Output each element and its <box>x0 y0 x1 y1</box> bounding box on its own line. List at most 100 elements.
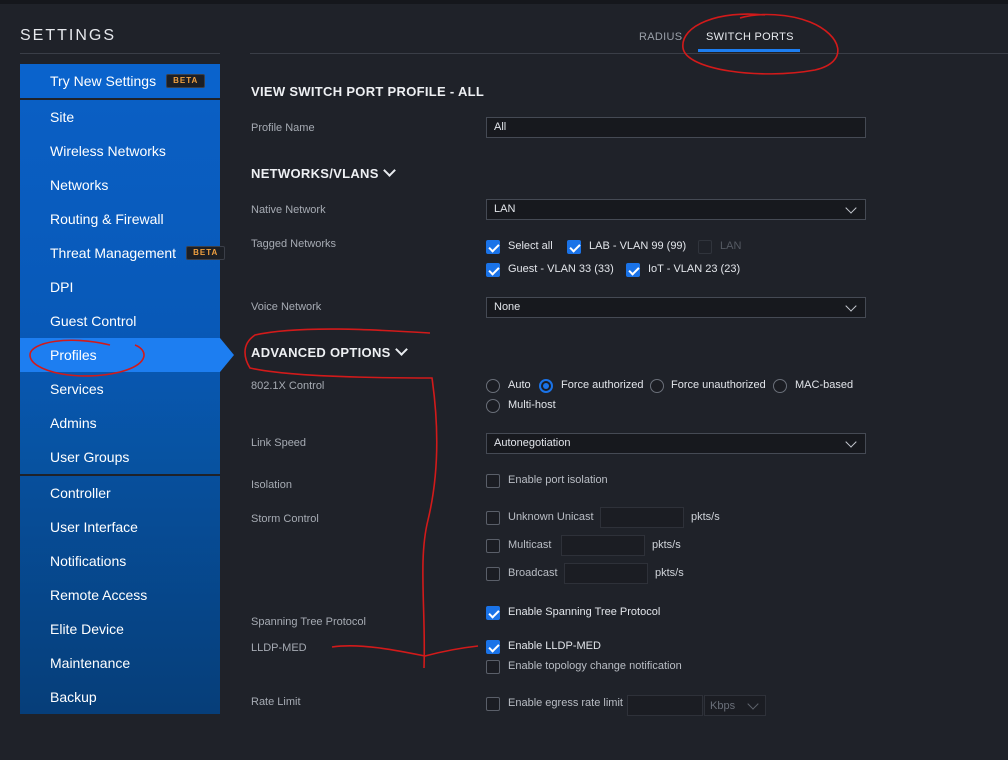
sidebar-item-guest-control[interactable]: Guest Control <box>20 304 220 338</box>
chevron-down-icon <box>845 202 857 214</box>
sidebar-item-site[interactable]: Site <box>20 100 220 134</box>
lab-vlan-checkbox[interactable] <box>567 240 581 254</box>
multicast-rate-input[interactable] <box>561 535 645 556</box>
advanced-options-section-title[interactable]: ADVANCED OPTIONS <box>251 343 408 360</box>
port-isolation-checkbox[interactable] <box>486 474 500 488</box>
profile-name-field[interactable] <box>486 117 866 138</box>
unknown-unicast-unit: pkts/s <box>691 511 720 523</box>
sidebar-item-threat-management[interactable]: Threat Management BETA <box>20 236 226 270</box>
iot-vlan-checkbox[interactable] <box>626 263 640 277</box>
tab-radius[interactable]: RADIUS <box>639 31 682 43</box>
broadcast-label: Broadcast <box>508 567 558 579</box>
dot1x-mac-based-radio[interactable] <box>773 379 787 393</box>
voice-network-select[interactable]: None <box>486 297 866 318</box>
sidebar-item-label: Threat Management <box>50 245 177 261</box>
link-speed-select[interactable]: Autonegotiation <box>486 433 866 454</box>
guest-vlan-label: Guest - VLAN 33 (33) <box>508 263 614 275</box>
egress-rate-input[interactable] <box>627 695 703 716</box>
sidebar-item-wireless-networks[interactable]: Wireless Networks <box>20 134 220 168</box>
lldp-med-option-label: Enable LLDP-MED <box>508 640 601 652</box>
dot1x-control-label: 802.1X Control <box>251 380 325 392</box>
sidebar-group-site: Site Wireless Networks Networks Routing … <box>20 100 234 474</box>
active-tab-underline <box>698 49 800 52</box>
sidebar-item-backup[interactable]: Backup <box>20 680 220 714</box>
guest-vlan-checkbox[interactable] <box>486 263 500 277</box>
rate-unit-value: Kbps <box>710 700 736 712</box>
sidebar-item-services[interactable]: Services <box>20 372 220 406</box>
voice-network-label: Voice Network <box>251 301 322 313</box>
sidebar-item-dpi[interactable]: DPI <box>20 270 220 304</box>
dot1x-multi-host-label: Multi-host <box>508 399 556 411</box>
sidebar-item-user-groups[interactable]: User Groups <box>20 440 220 474</box>
select-all-checkbox[interactable] <box>486 240 500 254</box>
sidebar-item-maintenance[interactable]: Maintenance <box>20 646 220 680</box>
beta-badge: BETA <box>186 246 226 260</box>
dot1x-auto-radio[interactable] <box>486 379 500 393</box>
sidebar-item-label: Admins <box>50 415 97 431</box>
sidebar-group-controller: Controller User Interface Notifications … <box>20 476 220 714</box>
sidebar-item-label: Maintenance <box>50 655 131 671</box>
tab-bar-divider <box>250 53 1008 54</box>
window-top-border <box>0 0 1008 4</box>
broadcast-rate-input[interactable] <box>564 563 648 584</box>
page-title: VIEW SWITCH PORT PROFILE - ALL <box>251 84 485 99</box>
lldp-med-label: LLDP-MED <box>251 642 307 654</box>
beta-badge: BETA <box>166 74 206 88</box>
lab-vlan-label: LAB - VLAN 99 (99) <box>589 240 687 252</box>
profile-name-label: Profile Name <box>251 122 315 134</box>
lan-checkbox[interactable] <box>698 240 712 254</box>
switch-ports-circle-annotation <box>682 13 839 75</box>
sidebar-item-label: Controller <box>50 485 111 501</box>
sidebar-item-admins[interactable]: Admins <box>20 406 220 440</box>
unknown-unicast-checkbox[interactable] <box>486 511 500 525</box>
dot1x-multi-host-radio[interactable] <box>486 399 500 413</box>
dot1x-force-unauthorized-label: Force unauthorized <box>671 379 766 391</box>
sidebar-item-label: Elite Device <box>50 621 124 637</box>
iot-vlan-label: IoT - VLAN 23 (23) <box>648 263 741 275</box>
unknown-unicast-label: Unknown Unicast <box>508 511 594 523</box>
broadcast-checkbox[interactable] <box>486 567 500 581</box>
sidebar-item-label: Profiles <box>50 347 97 363</box>
egress-rate-limit-checkbox[interactable] <box>486 697 500 711</box>
lldp-med-checkbox[interactable] <box>486 640 500 654</box>
lldp-arrow-annotation <box>331 645 479 657</box>
sidebar-item-elite-device[interactable]: Elite Device <box>20 612 220 646</box>
sidebar-item-controller[interactable]: Controller <box>20 476 220 510</box>
app-title: SETTINGS <box>20 27 117 44</box>
sidebar-item-label: Wireless Networks <box>50 143 166 159</box>
profile-name-input[interactable] <box>494 121 858 133</box>
port-isolation-label: Enable port isolation <box>508 474 608 486</box>
chevron-down-icon <box>747 698 759 710</box>
select-all-label: Select all <box>508 240 553 252</box>
multicast-label: Multicast <box>508 539 552 551</box>
sidebar-item-notifications[interactable]: Notifications <box>20 544 220 578</box>
sidebar-item-label: Backup <box>50 689 97 705</box>
networks-section-title[interactable]: NETWORKS/VLANS <box>251 164 396 181</box>
section-title-text: NETWORKS/VLANS <box>251 166 379 181</box>
chevron-down-icon <box>394 343 408 356</box>
title-divider <box>20 53 220 54</box>
unknown-unicast-rate-input[interactable] <box>600 507 684 528</box>
spanning-tree-checkbox[interactable] <box>486 606 500 620</box>
sidebar-item-try-new-settings[interactable]: Try New Settings BETA <box>20 64 220 98</box>
rate-limit-label: Rate Limit <box>251 696 301 708</box>
dot1x-force-unauthorized-radio[interactable] <box>650 379 664 393</box>
sidebar-item-user-interface[interactable]: User Interface <box>20 510 220 544</box>
sidebar-item-networks[interactable]: Networks <box>20 168 220 202</box>
tab-switch-ports[interactable]: SWITCH PORTS <box>706 31 794 43</box>
egress-rate-limit-label: Enable egress rate limit <box>508 697 623 709</box>
sidebar-item-remote-access[interactable]: Remote Access <box>20 578 220 612</box>
sidebar-item-label: Networks <box>50 177 109 193</box>
sidebar-item-routing-firewall[interactable]: Routing & Firewall <box>20 202 220 236</box>
lan-label: LAN <box>720 240 742 252</box>
link-speed-label: Link Speed <box>251 437 307 449</box>
multicast-checkbox[interactable] <box>486 539 500 553</box>
sidebar: Try New Settings BETA Site Wireless Netw… <box>20 64 234 714</box>
sidebar-item-label: Guest Control <box>50 313 137 329</box>
topology-notification-checkbox[interactable] <box>486 660 500 674</box>
sidebar-item-profiles[interactable]: Profiles <box>20 338 234 372</box>
multicast-unit: pkts/s <box>652 539 681 551</box>
dot1x-force-authorized-radio[interactable] <box>539 379 553 393</box>
rate-unit-select[interactable]: Kbps <box>704 695 766 716</box>
native-network-select[interactable]: LAN <box>486 199 866 220</box>
